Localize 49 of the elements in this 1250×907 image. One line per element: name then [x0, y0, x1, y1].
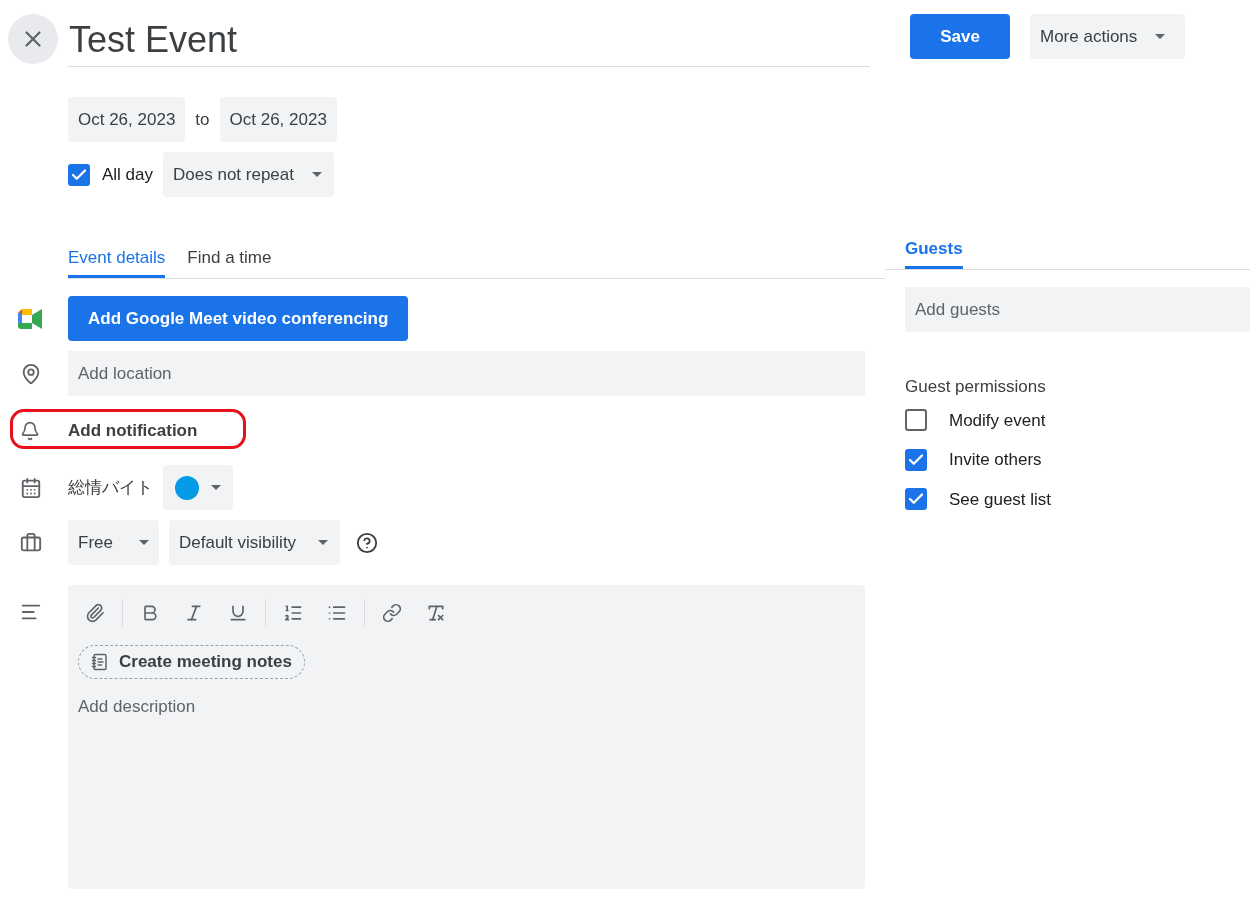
- title-field[interactable]: Test Event: [68, 14, 870, 67]
- more-actions-dropdown[interactable]: More actions: [1030, 14, 1186, 59]
- caret-icon: [312, 172, 322, 177]
- video-camera-icon: [18, 308, 42, 329]
- guests-tab[interactable]: Guests: [905, 232, 963, 269]
- date-separator: to: [195, 108, 210, 131]
- description-editor[interactable]: Create meeting notes Add description: [68, 585, 865, 889]
- caret-icon: [318, 540, 329, 545]
- location-pin-icon: [20, 362, 42, 385]
- caret-icon: [211, 485, 221, 490]
- permission-label: Modify event: [949, 409, 1046, 432]
- calendar-color-dropdown[interactable]: [163, 465, 233, 510]
- checkbox[interactable]: [905, 488, 927, 511]
- add-notification-button[interactable]: Add notification: [68, 417, 198, 444]
- underline-icon: [228, 603, 248, 623]
- start-date-button[interactable]: Oct 26, 2023: [68, 97, 186, 142]
- tab[interactable]: Event details: [68, 241, 166, 278]
- checkbox[interactable]: [68, 163, 90, 186]
- visibility-dropdown[interactable]: Default visibility: [168, 520, 341, 565]
- italic-icon: [184, 603, 204, 623]
- briefcase-icon: [20, 531, 42, 554]
- numbered-list-icon: [283, 603, 303, 623]
- permission-label: See guest list: [949, 488, 1052, 511]
- caret-icon: [138, 540, 149, 545]
- clear-formatting-icon: [426, 603, 446, 623]
- description-placeholder: Add description: [78, 696, 197, 718]
- notes-icon: [91, 653, 109, 671]
- caret-icon: [1155, 34, 1166, 39]
- location-field[interactable]: Add location: [68, 351, 865, 396]
- calendar-name: 総情バイト: [68, 476, 153, 499]
- end-date-button[interactable]: Oct 26, 2023: [219, 97, 337, 142]
- availability-dropdown[interactable]: Free: [68, 520, 159, 565]
- save-button[interactable]: Save: [910, 14, 1010, 59]
- attach-icon: [85, 603, 105, 623]
- repeat-dropdown[interactable]: Does not repeat: [163, 152, 334, 197]
- permissions-title: Guest permissions: [905, 376, 1047, 398]
- checkbox[interactable]: [905, 448, 927, 471]
- link-icon: [382, 603, 402, 623]
- checkbox[interactable]: [905, 409, 927, 432]
- permission-label: Invite others: [949, 449, 1042, 471]
- tab[interactable]: Find a time: [187, 241, 272, 278]
- close-button[interactable]: [8, 14, 58, 64]
- calendar-icon: [20, 476, 42, 499]
- meet-button[interactable]: Add Google Meet video conferencing: [68, 296, 409, 341]
- all-day-label: All day: [102, 163, 154, 186]
- bulleted-list-icon: [327, 603, 347, 623]
- bell-icon: [20, 420, 40, 441]
- help-icon[interactable]: [356, 531, 379, 554]
- add-guests-field[interactable]: Add guests: [905, 287, 1250, 332]
